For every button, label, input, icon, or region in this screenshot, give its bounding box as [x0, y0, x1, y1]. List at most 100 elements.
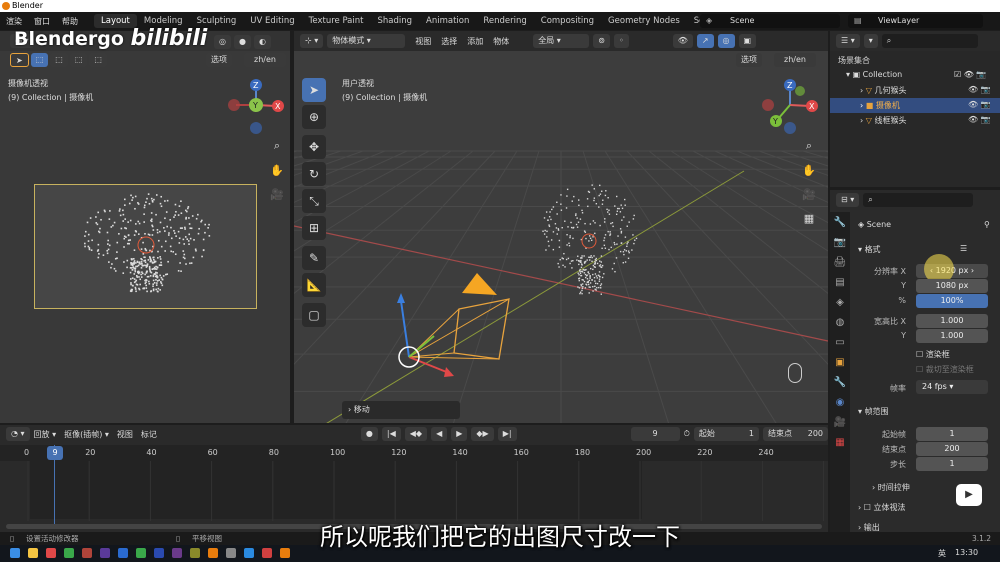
select-extend-icon[interactable]: ⬚ — [50, 53, 68, 67]
tab-geometry-nodes[interactable]: Geometry Nodes — [601, 14, 687, 28]
menu-render[interactable]: 渲染 — [0, 16, 28, 27]
menu-add[interactable]: 添加 — [467, 36, 483, 47]
start-icon[interactable] — [10, 548, 20, 558]
select-tool-icon[interactable]: ➤ — [10, 53, 29, 67]
collection-visibility-icons[interactable]: ☑ 👁 📷 — [954, 70, 986, 79]
outliner-search-input[interactable]: ⌕ — [881, 34, 978, 48]
pan-hand-icon[interactable]: ✋ — [268, 161, 286, 179]
next-keyframe-icon[interactable]: ◆▶ — [471, 427, 494, 441]
stopwatch-icon[interactable]: ⏱ — [684, 429, 690, 439]
material-shading-icon[interactable]: ◐ — [253, 35, 271, 49]
view-menu[interactable]: 视图 — [117, 429, 133, 440]
app-icon[interactable] — [154, 548, 164, 558]
outliner-item[interactable]: › ■ 摄像机 — [860, 100, 900, 111]
jump-end-icon[interactable]: ▶| — [497, 427, 517, 441]
end-frame-field[interactable]: 结束点 200 — [762, 427, 829, 441]
aspect-x-field[interactable]: 1.000 — [916, 314, 988, 328]
select-subtract-icon[interactable]: ⬚ — [69, 53, 88, 67]
options-dropdown[interactable]: 选项 — [206, 53, 232, 67]
scene-tab-icon[interactable]: ◈ — [830, 292, 850, 312]
collection-row[interactable]: ▾ ▣ Collection — [846, 70, 902, 79]
select-box-icon[interactable]: ⬚ — [30, 53, 49, 67]
tab-uv-editing[interactable]: UV Editing — [243, 14, 301, 28]
scale-tool-icon[interactable]: ⤡ — [302, 189, 326, 213]
outliner-item[interactable]: › ▽ 线框猴头 — [860, 115, 906, 126]
filter-icon[interactable]: ▾ — [863, 34, 878, 48]
3d-viewport[interactable]: ⊹ ▾ 物体模式 ▾ 视图 选择 添加 物体 全局 ▾ ⊚ ◦ 👁 ↗ ◎ ▣ … — [294, 31, 828, 423]
app-icon[interactable] — [262, 548, 272, 558]
play-reverse-icon[interactable]: ◀ — [431, 427, 448, 441]
app-icon[interactable] — [46, 548, 56, 558]
properties-search-input[interactable]: ⌕ — [863, 193, 974, 207]
render-region-checkbox[interactable]: ☐ 渲染框 — [916, 349, 950, 360]
physics-tab-icon[interactable]: ◉ — [830, 392, 850, 412]
item-visibility-icons[interactable]: 👁 📷 — [968, 115, 991, 124]
measure-tool-icon[interactable]: 📐 — [302, 273, 326, 297]
stereoscopy-panel-header[interactable]: › ☐ 立体视法 — [858, 502, 905, 513]
texture-tab-icon[interactable]: ▦ — [830, 432, 850, 452]
tab-compositing[interactable]: Compositing — [534, 14, 601, 28]
tab-rendering[interactable]: Rendering — [476, 14, 533, 28]
app-icon[interactable] — [280, 548, 290, 558]
cursor-tool-icon[interactable]: ⊕ — [302, 105, 326, 129]
item-visibility-icons[interactable]: 👁 📷 — [968, 85, 991, 94]
premiere-icon[interactable] — [100, 548, 110, 558]
scene-collection-row[interactable]: 场景集合 — [838, 55, 870, 66]
annotate-tool-icon[interactable]: ✎ — [302, 246, 326, 270]
chrome-icon[interactable] — [64, 548, 74, 558]
camera-view-icon[interactable]: 🎥 — [268, 185, 286, 203]
res-pct-field[interactable]: 100% — [916, 294, 988, 308]
input-lang[interactable]: 英 — [938, 548, 946, 559]
jump-start-icon[interactable]: |◀ — [381, 427, 401, 441]
frame-range-panel-header[interactable]: ▾ 帧范围 — [858, 406, 889, 417]
scene-selector[interactable]: ◈ Scene — [700, 14, 840, 28]
gizmo-toggle-icon[interactable]: ↗ — [696, 34, 714, 48]
frame-start-field[interactable]: 1 — [916, 427, 988, 441]
frame-step-field[interactable]: 1 — [916, 457, 988, 471]
wireframe-shading-icon[interactable]: ◎ — [214, 35, 231, 49]
camera-view-icon[interactable]: 🎥 — [800, 185, 818, 203]
transform-tool-icon[interactable]: ⊞ — [302, 216, 326, 240]
app-icon[interactable] — [244, 548, 254, 558]
select-invert-icon[interactable]: ⬚ — [89, 53, 107, 67]
time-stretch-subpanel[interactable]: › 时间拉伸 — [872, 482, 910, 493]
viewlayer-selector[interactable]: ▤ ViewLayer — [848, 14, 983, 28]
rotate-tool-icon[interactable]: ↻ — [302, 162, 326, 186]
select-tool-icon[interactable]: ➤ — [302, 78, 326, 102]
proportional-edit-icon[interactable]: ◦ — [613, 34, 629, 48]
photoshop-icon[interactable] — [118, 548, 128, 558]
axis-gizmo[interactable]: Z X Y — [222, 75, 288, 135]
wechat-icon[interactable] — [136, 548, 146, 558]
illustrator-icon[interactable] — [82, 548, 92, 558]
ortho-grid-icon[interactable]: ▦ — [800, 209, 818, 227]
editor-type-button[interactable]: ⊹ ▾ — [300, 34, 324, 48]
xray-icon[interactable]: ▣ — [738, 34, 757, 48]
object-tab-icon[interactable]: ▣ — [830, 352, 850, 372]
camera-viewport[interactable]: ◉ ▾ ➤ ⬚ ⬚ ⬚ ⬚ ◎ ● ◐ 选项 zh/en 摄像机透视 (9) C… — [0, 31, 292, 423]
add-cube-tool-icon[interactable]: ▢ — [302, 303, 326, 327]
editor-type-button[interactable]: ◔ ▾ — [6, 427, 30, 441]
fps-dropdown[interactable]: 24 fps ▾ — [916, 380, 988, 394]
playhead-frame-badge[interactable]: 9 — [47, 446, 63, 460]
record-icon[interactable]: ● — [360, 427, 378, 441]
visibility-icon[interactable]: 👁 — [672, 34, 693, 48]
last-operator-panel[interactable]: › 移动 — [342, 401, 460, 419]
item-visibility-icons[interactable]: 👁 📷 — [968, 100, 991, 109]
keying-menu[interactable]: 抠像(插帧) ▾ — [64, 429, 109, 440]
playback-menu[interactable]: 回放 ▾ — [34, 429, 57, 440]
view-layer-tab-icon[interactable]: ▤ — [830, 272, 850, 292]
move-tool-icon[interactable]: ✥ — [302, 135, 326, 159]
menu-object[interactable]: 物体 — [493, 36, 509, 47]
snap-icon[interactable]: ⊚ — [593, 34, 610, 48]
play-icon[interactable]: ▶ — [451, 427, 468, 441]
overlay-toggle-icon[interactable]: ◎ — [717, 34, 735, 48]
frame-end-field[interactable]: 200 — [916, 442, 988, 456]
pan-hand-icon[interactable]: ✋ — [800, 161, 818, 179]
marker-menu[interactable]: 标记 — [141, 429, 157, 440]
solid-shading-icon[interactable]: ● — [233, 35, 251, 49]
orientation-dropdown[interactable]: 全局 ▾ — [533, 34, 590, 48]
pin-icon[interactable]: ⚲ — [984, 220, 990, 229]
current-frame-field[interactable]: 9 — [630, 427, 680, 441]
render-tab-icon[interactable]: 📷 — [830, 232, 850, 252]
app-icon[interactable] — [190, 548, 200, 558]
